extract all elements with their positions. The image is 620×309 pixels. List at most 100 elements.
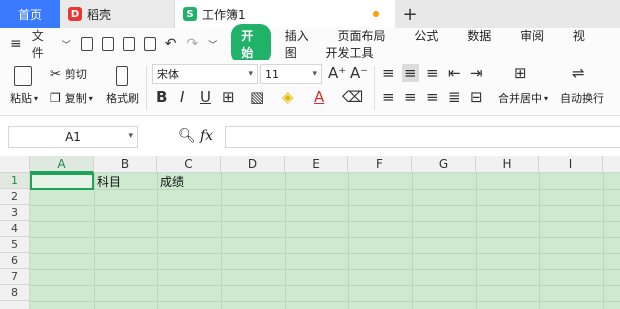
tab-home[interactable]: 首页: [0, 0, 60, 28]
copy-label: 复制: [64, 92, 87, 105]
paste-button[interactable]: 粘贴 ▾: [10, 90, 38, 106]
cell-c1[interactable]: 成绩: [158, 173, 184, 189]
tab-workbook-label: 工作簿1: [202, 7, 246, 22]
row-header[interactable]: 3: [0, 205, 30, 221]
save-icon[interactable]: [80, 37, 93, 51]
row-header[interactable]: 8: [0, 285, 30, 301]
tab-workbook[interactable]: S 工作簿1: [175, 0, 395, 28]
menu-file[interactable]: 文件: [32, 27, 52, 61]
row-header[interactable]: 2: [0, 189, 30, 205]
preview-icon[interactable]: [143, 37, 156, 51]
column-header[interactable]: D: [221, 156, 285, 173]
more-icon[interactable]: ﹀: [208, 38, 217, 51]
zoom-search-icon[interactable]: 🔍︎: [178, 128, 196, 144]
border-icon[interactable]: ⊞: [222, 88, 235, 106]
column-header[interactable]: E: [285, 156, 348, 173]
font-name-select[interactable]: 宋体 ▾: [152, 64, 258, 84]
column-header[interactable]: B: [94, 156, 157, 173]
align-middle-icon[interactable]: ≡: [402, 64, 419, 82]
ribbon-tabs: 插入 页面布局 公式 数据 审阅 视图 开发工具: [285, 27, 620, 61]
indent-decrease-icon[interactable]: ⇤: [448, 64, 461, 82]
wrap-text-button[interactable]: 自动换行: [560, 90, 604, 106]
indent-increase-icon[interactable]: ⇥: [470, 64, 483, 82]
column-header[interactable]: G: [412, 156, 476, 173]
eraser-icon[interactable]: ⌫: [342, 88, 363, 106]
scissors-icon: ✂: [50, 66, 61, 82]
tab-formula[interactable]: 公式: [414, 29, 438, 43]
row-header[interactable]: [0, 301, 30, 309]
fx-icon[interactable]: fx: [200, 128, 213, 144]
fill-style-icon[interactable]: ▧: [250, 88, 264, 106]
undo-icon[interactable]: ↶: [165, 36, 177, 52]
cut-label: 剪切: [64, 68, 87, 81]
font-size-value: 11: [265, 67, 279, 81]
selected-cell-a1[interactable]: [30, 173, 94, 190]
fill-color-icon[interactable]: ◈: [282, 88, 294, 106]
select-all-corner[interactable]: [0, 156, 30, 173]
underline-icon[interactable]: U: [200, 88, 211, 106]
distribute-icon[interactable]: ⊟: [470, 88, 483, 106]
align-top-icon[interactable]: ≡: [382, 64, 395, 82]
new-tab-button[interactable]: +: [395, 0, 425, 28]
menu-bar: ≡ 文件 ﹀ ↶ ↷ ﹀ 开始 插入 页面布局 公式 数据 审阅 视图 开发工具: [0, 24, 620, 64]
align-bottom-icon[interactable]: ≡: [426, 64, 439, 82]
italic-icon[interactable]: I: [180, 88, 184, 106]
font-name-value: 宋体: [157, 68, 179, 81]
name-box-value: A1: [65, 130, 81, 144]
column-header[interactable]: A: [30, 156, 94, 173]
align-right-icon[interactable]: ≡: [426, 88, 439, 106]
bold-icon[interactable]: B: [156, 88, 167, 106]
row-header[interactable]: 7: [0, 269, 30, 285]
column-header[interactable]: H: [476, 156, 539, 173]
merge-center-label: 合并居中: [498, 92, 542, 105]
paste-label: 粘贴: [10, 92, 32, 105]
chevron-down-icon[interactable]: ﹀: [62, 38, 71, 51]
merge-center-button[interactable]: 合并居中 ▾: [498, 90, 548, 106]
align-left-icon[interactable]: ≡: [382, 88, 395, 106]
font-size-select[interactable]: 11 ▾: [260, 64, 322, 84]
merge-icon[interactable]: ⊞: [514, 64, 527, 82]
tab-insert[interactable]: 插入: [285, 29, 309, 43]
tab-bar: 首页 D 稻壳 S 工作簿1 +: [0, 0, 620, 28]
tab-daoke[interactable]: D 稻壳: [60, 0, 175, 28]
formula-input[interactable]: [225, 126, 620, 148]
wrap-text-icon[interactable]: ⇌: [572, 64, 585, 82]
font-color-icon[interactable]: A: [314, 88, 324, 106]
tab-start[interactable]: 开始: [231, 24, 271, 64]
daoke-icon: D: [68, 7, 82, 21]
decrease-font-icon[interactable]: A⁻: [350, 64, 368, 82]
format-painter-button[interactable]: 格式刷: [106, 90, 139, 106]
ribbon: 粘贴 ▾ ✂ 剪切 ❐ 复制 ▾ 格式刷 宋体 ▾ 11 ▾ A⁺ A⁻ B I U ⊞ ▧…: [0, 60, 620, 116]
redo-icon[interactable]: ↷: [187, 36, 199, 52]
cut-button[interactable]: ✂ 剪切: [50, 66, 87, 82]
row-header[interactable]: 4: [0, 221, 30, 237]
unsaved-dot-icon: [373, 11, 379, 17]
copy-button[interactable]: ❐ 复制 ▾: [50, 90, 93, 106]
column-header[interactable]: C: [157, 156, 221, 173]
row-header[interactable]: 1: [0, 173, 30, 189]
paste-icon[interactable]: [14, 66, 32, 86]
cell-b1[interactable]: 科目: [95, 173, 121, 189]
column-header[interactable]: [603, 156, 620, 173]
increase-font-icon[interactable]: A⁺: [328, 64, 346, 82]
align-center-icon[interactable]: ≡: [404, 88, 417, 106]
name-box[interactable]: A1 ▾: [8, 126, 138, 148]
column-header[interactable]: I: [539, 156, 603, 173]
column-header[interactable]: F: [348, 156, 412, 173]
print-icon[interactable]: [122, 37, 135, 51]
copy-icon: ❐: [50, 91, 61, 105]
row-header[interactable]: 6: [0, 253, 30, 269]
formula-bar: A1 ▾ 🔍︎ fx: [0, 116, 620, 156]
justify-icon[interactable]: ≣: [448, 88, 461, 106]
tab-daoke-label: 稻壳: [87, 7, 112, 22]
tab-data[interactable]: 数据: [467, 29, 491, 43]
spreadsheet-grid[interactable]: A B C D E F G H I 1 2 3 4 5 6 7 8 科目 成绩: [0, 156, 620, 309]
tab-page-layout[interactable]: 页面布局: [338, 29, 386, 43]
export-icon[interactable]: [101, 37, 114, 51]
row-header[interactable]: 5: [0, 237, 30, 253]
tab-developer[interactable]: 开发工具: [326, 46, 374, 60]
menu-hamburger-icon[interactable]: ≡: [10, 36, 22, 52]
tab-review[interactable]: 审阅: [520, 29, 544, 43]
brush-icon[interactable]: [116, 66, 128, 86]
sheet-icon: S: [183, 7, 197, 21]
